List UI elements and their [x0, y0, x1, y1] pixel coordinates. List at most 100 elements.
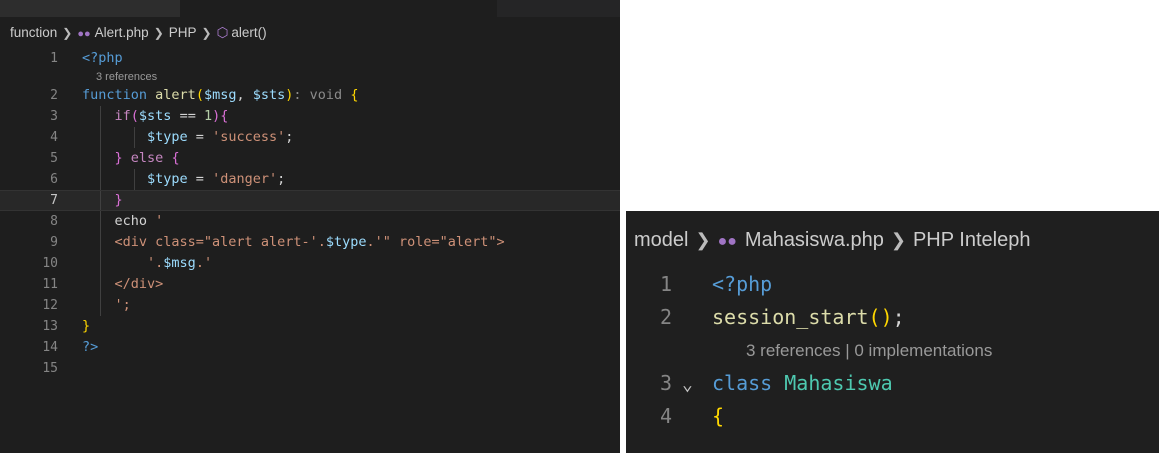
- brace-open: {: [350, 87, 359, 103]
- indent-guide: [100, 191, 101, 210]
- param: $msg: [203, 87, 237, 103]
- breadcrumb-language[interactable]: PHP: [169, 25, 197, 40]
- code-line[interactable]: 12 ';: [0, 295, 620, 316]
- code-line[interactable]: 2 session_start();: [626, 301, 1159, 334]
- brace-open: {: [712, 404, 725, 428]
- variable: $type: [147, 129, 188, 145]
- line-number: 7: [50, 193, 58, 208]
- paren-open: (: [195, 87, 204, 103]
- breadcrumb: model ❯ ●● Mahasiswa.php ❯ PHP Inteleph: [634, 225, 1030, 255]
- breadcrumb-context[interactable]: PHP Inteleph: [913, 229, 1031, 251]
- code-line[interactable]: 3 if($sts == 1){: [0, 106, 620, 127]
- chevron-right-icon: ❯: [153, 26, 164, 40]
- semicolon: ;: [285, 129, 294, 145]
- string: 'success': [212, 129, 286, 145]
- brace-close: }: [114, 192, 123, 208]
- code-line[interactable]: 3 ⌄ class Mahasiswa: [626, 367, 1159, 400]
- code-area[interactable]: 1 <?php 2 session_start(); 3 references | …: [626, 268, 1159, 433]
- variable: $msg: [163, 255, 196, 271]
- function-name: alert: [155, 87, 196, 103]
- chevron-right-icon: ❯: [201, 26, 212, 40]
- codelens-references[interactable]: 3 references: [0, 69, 620, 85]
- code-line[interactable]: 8 echo ': [0, 211, 620, 232]
- semicolon: ;: [892, 305, 905, 329]
- indent-guide: [134, 169, 135, 190]
- codelens-references[interactable]: 3 references | 0 implementations: [626, 334, 1159, 367]
- indent-guide: [100, 253, 101, 274]
- line-number: 12: [42, 298, 58, 313]
- string: .'" role="alert">: [366, 234, 505, 250]
- breadcrumb-file[interactable]: Mahasiswa.php: [745, 229, 884, 251]
- string: ';: [114, 297, 131, 313]
- string: ': [155, 213, 164, 229]
- editor-tab-active[interactable]: [181, 0, 497, 17]
- indent-guide: [100, 274, 101, 295]
- code-line[interactable]: 5 } else {: [0, 148, 620, 169]
- string: <div class="alert alert-'.: [114, 234, 326, 250]
- php-close-tag: ?>: [82, 339, 99, 355]
- line-number: 5: [50, 151, 58, 166]
- line-number: 4: [50, 130, 58, 145]
- code-line[interactable]: 4 $type = 'success';: [0, 127, 620, 148]
- code-line[interactable]: 1 <?php: [626, 268, 1159, 301]
- chevron-right-icon: ❯: [695, 230, 711, 250]
- indent-guide: [100, 232, 101, 253]
- code-line[interactable]: 14 ?>: [0, 337, 620, 358]
- keyword: class: [712, 371, 773, 395]
- code-line[interactable]: 10 '.$msg.': [0, 253, 620, 274]
- line-number: 8: [50, 214, 58, 229]
- line-number: 14: [42, 340, 58, 355]
- code-line-current[interactable]: 7 }: [0, 190, 620, 211]
- tab-strip: [0, 0, 620, 17]
- line-number: 2: [50, 88, 58, 103]
- variable: $type: [325, 234, 367, 250]
- variable: $sts: [138, 108, 172, 124]
- code-line[interactable]: 1 <?php: [0, 48, 620, 69]
- indent-guide: [100, 211, 101, 232]
- string: </div>: [114, 276, 164, 292]
- indent-guide: [134, 127, 135, 148]
- number: 1: [203, 108, 213, 124]
- left-editor-window: function ❯ ●● Alert.php ❯ PHP ❯ ⬡ alert() 1 <?php…: [0, 0, 620, 453]
- line-number: 13: [42, 319, 58, 334]
- keyword: else: [130, 150, 164, 166]
- code-line[interactable]: 9 <div class="alert alert-'.$type.'" rol…: [0, 232, 620, 253]
- code-line[interactable]: 2 function alert($msg, $sts): void {: [0, 85, 620, 106]
- line-number: 11: [42, 277, 58, 292]
- code-line[interactable]: 13}: [0, 316, 620, 337]
- indent-guide: [100, 148, 101, 169]
- code-line[interactable]: 15: [0, 358, 620, 379]
- line-number: 1: [50, 51, 58, 66]
- line-number: 2: [659, 305, 672, 329]
- indent-guide: [100, 106, 101, 127]
- keyword: if: [114, 108, 131, 124]
- operator: ==: [171, 108, 204, 124]
- line-number: 6: [50, 172, 58, 187]
- string: 'danger': [212, 171, 278, 187]
- line-number: 9: [50, 235, 58, 250]
- breadcrumb-file[interactable]: Alert.php: [95, 25, 149, 40]
- chevron-down-icon[interactable]: ⌄: [682, 368, 712, 401]
- keyword: function: [82, 87, 148, 103]
- operator: =: [187, 129, 213, 145]
- breadcrumb-folder[interactable]: function: [10, 25, 57, 40]
- method-cube-icon: ⬡: [216, 25, 229, 40]
- line-number: 1: [659, 272, 672, 296]
- code-area[interactable]: 1 <?php 3 references 2 function alert($msg…: [0, 48, 620, 379]
- param: $sts: [252, 87, 286, 103]
- breadcrumb-symbol[interactable]: alert(): [231, 25, 266, 40]
- paren-open: (: [130, 108, 139, 124]
- code-line[interactable]: 4{: [626, 400, 1159, 433]
- paren-close: ): [212, 108, 221, 124]
- php-elephant-icon: ●●: [77, 28, 91, 40]
- editor-tab[interactable]: [0, 0, 181, 17]
- breadcrumb-folder[interactable]: model: [634, 229, 688, 251]
- indent-guide: [100, 169, 101, 190]
- string: .': [195, 255, 213, 271]
- php-open-tag: <?php: [82, 50, 123, 66]
- code-line[interactable]: 11 </div>: [0, 274, 620, 295]
- code-line[interactable]: 6 $type = 'danger';: [0, 169, 620, 190]
- php-open-tag: <?php: [712, 272, 773, 296]
- brace-open: {: [171, 150, 180, 166]
- line-number: 10: [42, 256, 58, 271]
